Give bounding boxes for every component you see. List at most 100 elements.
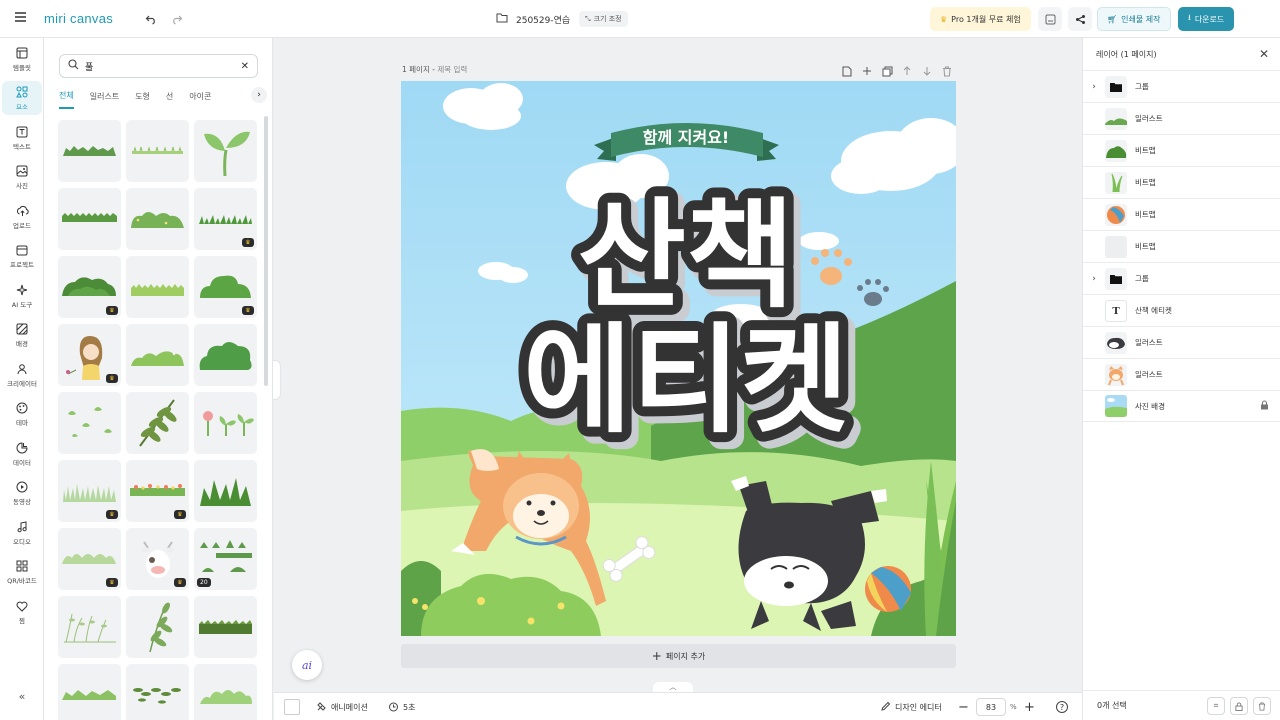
element-thumb[interactable]	[58, 188, 121, 250]
headline-line-1[interactable]: 산책	[577, 186, 794, 324]
element-thumb[interactable]	[126, 664, 189, 720]
duplicate-page-icon[interactable]	[880, 64, 894, 78]
rail-item-elements[interactable]: 요소	[2, 81, 42, 115]
tab-all[interactable]: 전체	[59, 86, 74, 109]
file-name-area[interactable]: 250529-연습	[496, 12, 570, 26]
save-button[interactable]	[1038, 7, 1062, 31]
tab-icon[interactable]: 아이콘	[189, 87, 211, 108]
element-thumb[interactable]	[58, 664, 121, 720]
rail-item-video[interactable]: 동영상	[2, 476, 42, 510]
tab-illust[interactable]: 일러스트	[90, 87, 119, 108]
element-thumb[interactable]	[194, 392, 257, 454]
duration-button[interactable]: 5초	[388, 693, 415, 720]
element-thumb[interactable]	[126, 188, 189, 250]
undo-button[interactable]	[140, 8, 162, 30]
layer-row[interactable]: 비트맵	[1083, 166, 1280, 198]
element-thumb[interactable]	[126, 392, 189, 454]
element-thumb[interactable]	[58, 596, 121, 658]
layer-row[interactable]: 비트맵	[1083, 134, 1280, 166]
help-button[interactable]: ?	[1056, 693, 1068, 720]
resize-button[interactable]: ⤡ 크기 조정	[579, 11, 628, 27]
element-thumb[interactable]	[194, 120, 257, 182]
layer-row[interactable]: › 그룹	[1083, 70, 1280, 102]
element-thumb[interactable]	[194, 324, 257, 386]
rail-item-data[interactable]: 데이터	[2, 437, 42, 471]
rail-item-creator[interactable]: 크리에이터	[2, 358, 42, 392]
rail-item-project[interactable]: 프로젝트	[2, 239, 42, 273]
rail-item-template[interactable]: 템플릿	[2, 42, 42, 76]
element-thumb[interactable]: ♛	[126, 460, 189, 522]
design-editor-button[interactable]: 디자인 에디터	[880, 693, 942, 720]
delete-layer-icon[interactable]	[1253, 697, 1271, 715]
lock-icon[interactable]	[1260, 400, 1269, 412]
background-color-swatch[interactable]	[284, 693, 300, 720]
layer-row[interactable]: 일러스트	[1083, 358, 1280, 390]
element-thumb[interactable]: 20	[194, 528, 257, 590]
layer-row[interactable]: 사진 배경	[1083, 390, 1280, 422]
headline-line-2[interactable]: 에티켓	[523, 311, 849, 449]
element-thumb[interactable]: ♛	[58, 528, 121, 590]
element-thumb[interactable]: ♛	[58, 324, 121, 386]
chevron-right-icon[interactable]: ›	[251, 87, 267, 103]
element-thumb[interactable]: ♛	[58, 460, 121, 522]
element-thumb[interactable]	[58, 120, 121, 182]
move-down-icon[interactable]	[920, 64, 934, 78]
layer-row[interactable]: T 산책 에티켓	[1083, 294, 1280, 326]
add-page-icon[interactable]	[860, 64, 874, 78]
zoom-input[interactable]: 83	[976, 698, 1006, 716]
element-thumb[interactable]: ♛	[126, 528, 189, 590]
add-page-button[interactable]: + 페이지 추가	[401, 644, 956, 668]
element-thumb[interactable]	[194, 460, 257, 522]
layer-row[interactable]: 비트맵	[1083, 230, 1280, 262]
search-box[interactable]: ✕	[59, 54, 258, 78]
element-thumb[interactable]: ♛	[194, 188, 257, 250]
collapse-rail-button[interactable]: «	[2, 686, 42, 706]
collapse-panel-handle[interactable]	[273, 360, 281, 400]
rail-item-qr[interactable]: QR/바코드	[2, 555, 42, 589]
element-thumb[interactable]: ♛	[58, 256, 121, 318]
panel-scrollbar[interactable]	[264, 116, 268, 386]
select-area-icon[interactable]: ⌗	[1207, 697, 1225, 715]
page-title-input[interactable]: 제목 입력	[437, 65, 467, 74]
element-thumb[interactable]: ♛	[194, 256, 257, 318]
layer-row[interactable]: 일러스트	[1083, 326, 1280, 358]
zoom-out-button[interactable]: −	[958, 693, 969, 720]
banner-text[interactable]: 함께 지켜요!	[643, 128, 729, 147]
design-canvas[interactable]: 함께 지켜요! 산책 산책 산책 에티켓 에티켓 에티켓	[401, 81, 956, 636]
rail-item-upload[interactable]: 업로드	[2, 200, 42, 234]
element-thumb[interactable]	[58, 392, 121, 454]
delete-page-icon[interactable]	[940, 64, 954, 78]
tab-shape[interactable]: 도형	[135, 87, 150, 108]
element-thumb[interactable]	[126, 596, 189, 658]
clear-search-icon[interactable]: ✕	[241, 61, 249, 72]
search-input[interactable]	[85, 61, 225, 71]
element-thumb[interactable]	[126, 256, 189, 318]
element-thumb[interactable]	[126, 120, 189, 182]
menu-button[interactable]	[14, 11, 27, 26]
close-icon[interactable]: ✕	[1259, 47, 1269, 61]
layer-row[interactable]: 비트맵	[1083, 198, 1280, 230]
page-memo-icon[interactable]	[840, 64, 854, 78]
redo-button[interactable]	[166, 8, 188, 30]
print-order-button[interactable]: 🛒︎ 인쇄물 제작	[1097, 7, 1171, 31]
rail-item-ai-tools[interactable]: AI 도구	[2, 279, 42, 313]
app-logo[interactable]: miri canvas	[44, 11, 113, 26]
animation-button[interactable]: 애니메이션	[316, 693, 368, 720]
rail-item-favorites[interactable]: 찜	[2, 595, 42, 629]
ai-assistant-button[interactable]: ai	[292, 650, 322, 680]
move-up-icon[interactable]	[900, 64, 914, 78]
chevron-right-icon[interactable]: ›	[1083, 82, 1105, 92]
expand-pages-button[interactable]: ︿	[653, 682, 693, 692]
rail-item-photo[interactable]: 사진	[2, 160, 42, 194]
download-button[interactable]: ⭳ 다운로드	[1178, 7, 1235, 31]
zoom-in-button[interactable]: +	[1024, 693, 1035, 720]
layer-row[interactable]: 일러스트	[1083, 102, 1280, 134]
rail-item-text[interactable]: 텍스트	[2, 121, 42, 155]
chevron-right-icon[interactable]: ›	[1083, 274, 1105, 284]
pro-trial-button[interactable]: ♛ Pro 1개월 무료 체험	[930, 7, 1031, 31]
file-name[interactable]: 250529-연습	[516, 13, 570, 26]
lock-layer-icon[interactable]	[1230, 697, 1248, 715]
tab-line[interactable]: 선	[166, 87, 173, 108]
element-thumb[interactable]	[194, 596, 257, 658]
share-button[interactable]	[1068, 7, 1092, 31]
